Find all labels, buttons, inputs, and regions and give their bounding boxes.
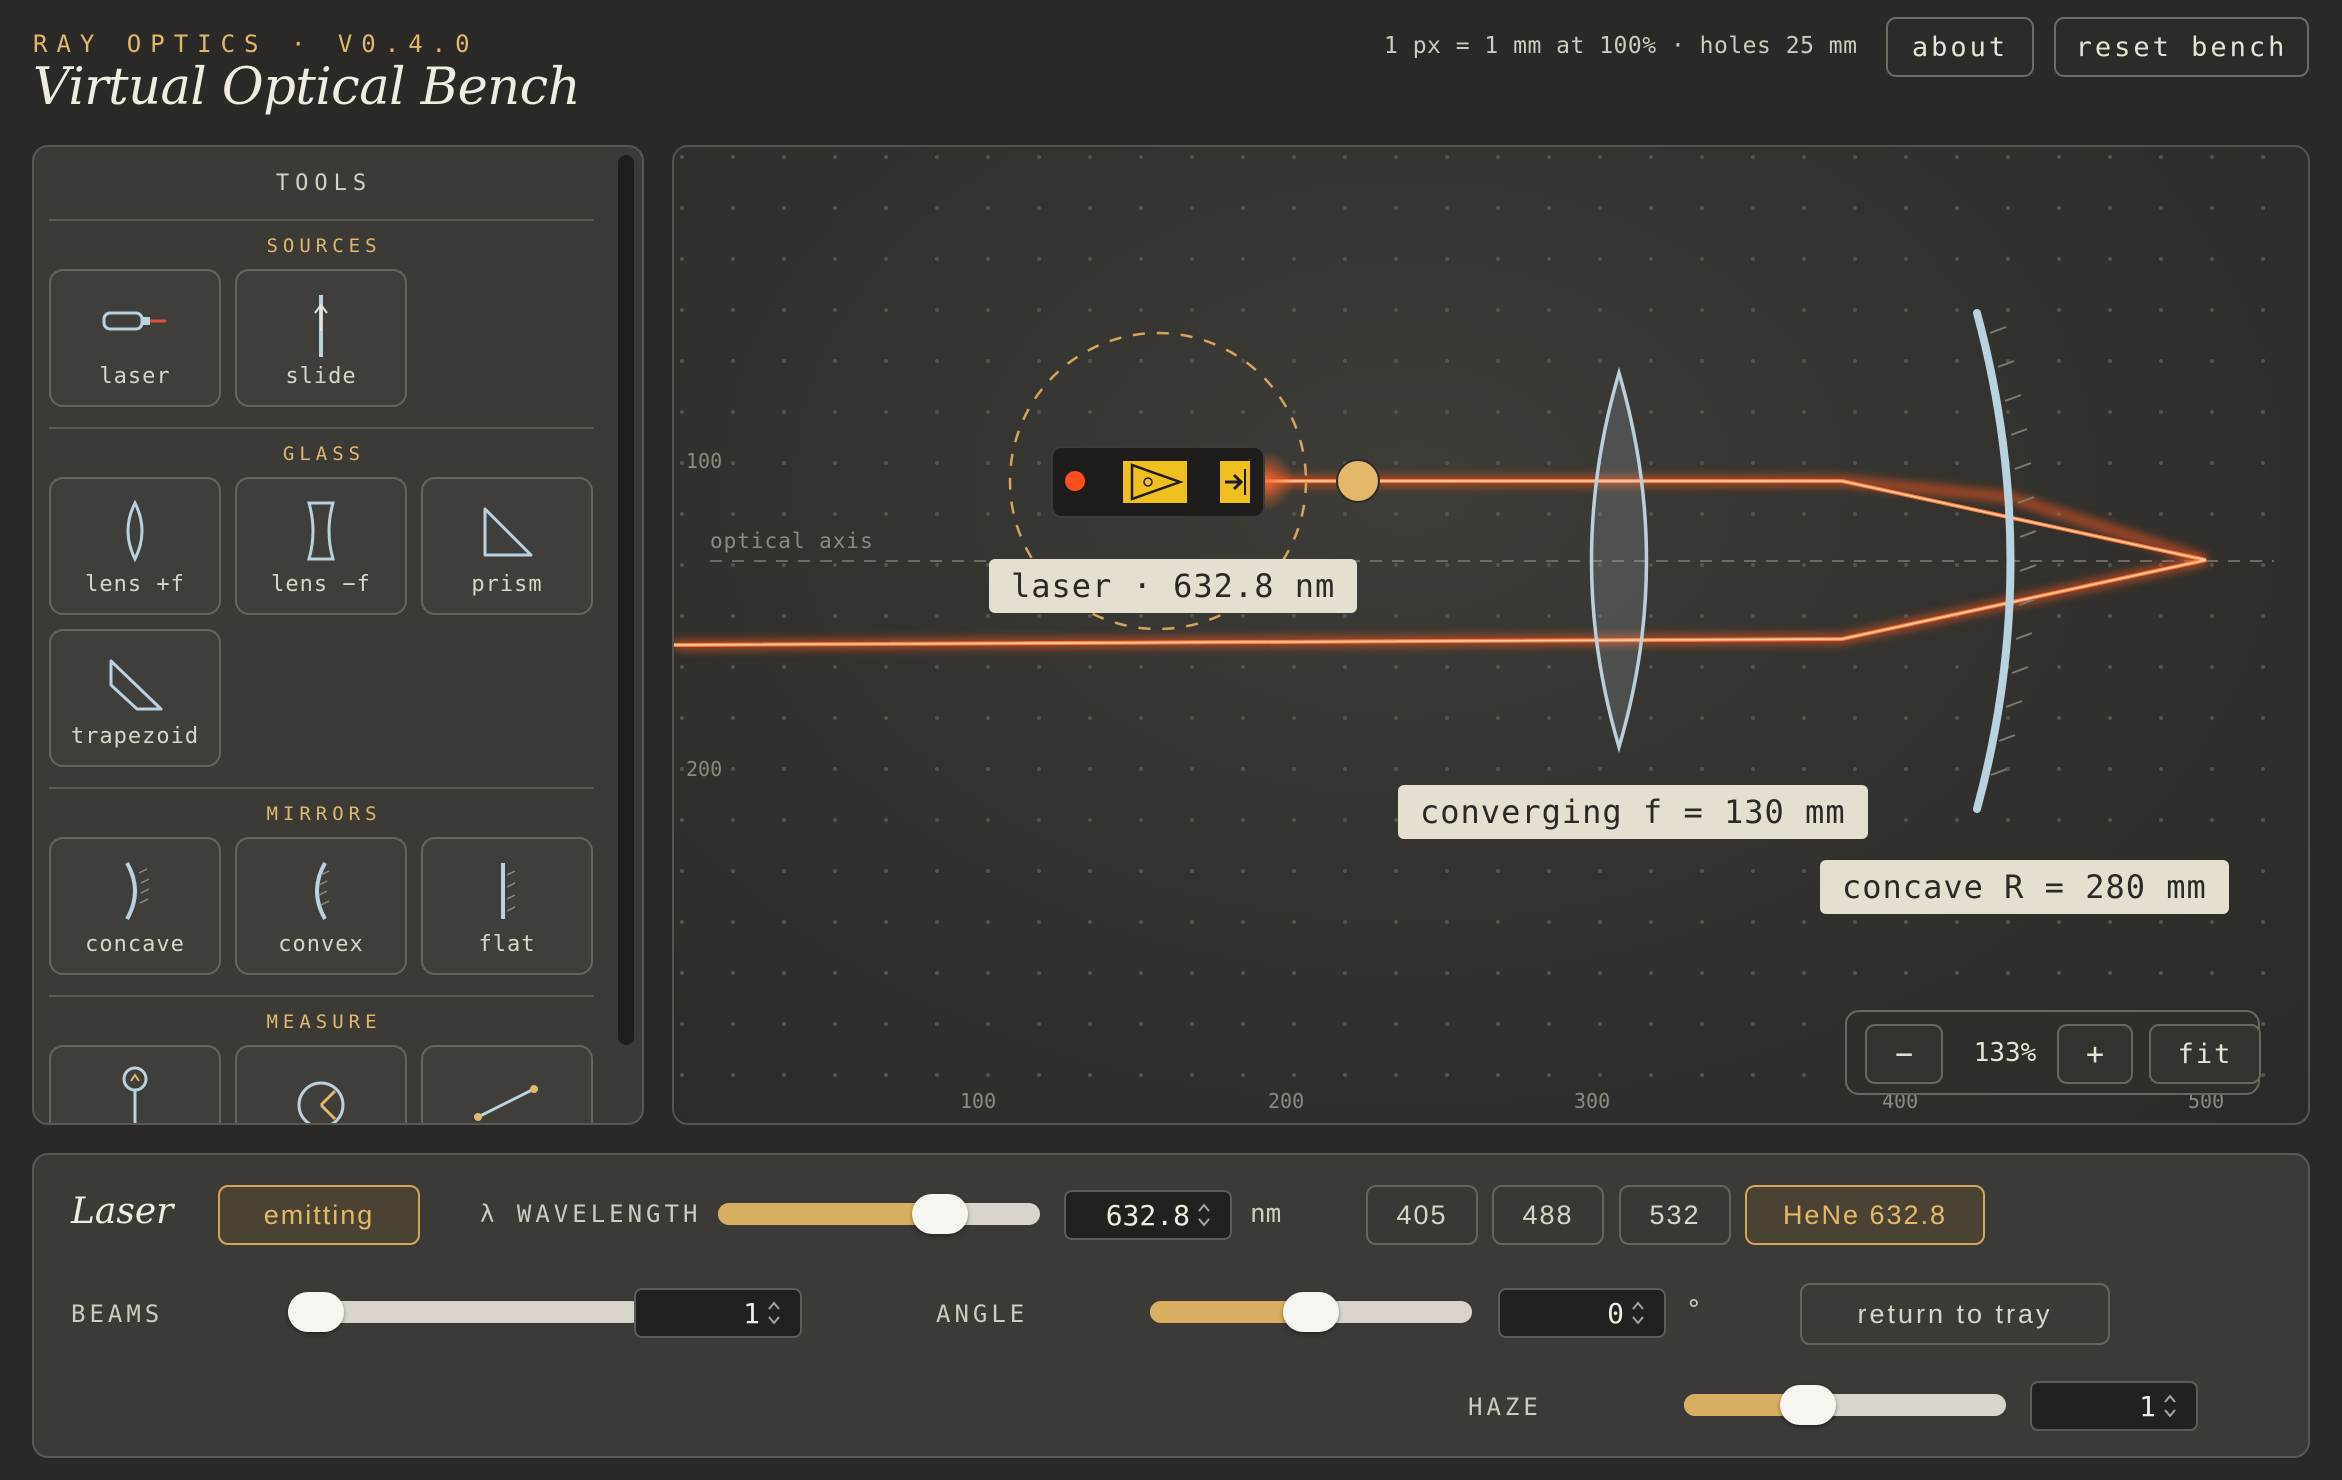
bench-scene bbox=[674, 147, 2308, 1123]
laser-icon bbox=[102, 311, 166, 331]
angle-unit: ° bbox=[1686, 1295, 1702, 1325]
tool-convex-mirror[interactable]: convex bbox=[235, 837, 407, 975]
tool-label: laser bbox=[99, 364, 171, 389]
about-button[interactable]: about bbox=[1886, 17, 2034, 77]
beams-slider-thumb[interactable] bbox=[288, 1292, 344, 1332]
rotate-handle[interactable] bbox=[1336, 459, 1380, 503]
divider bbox=[49, 995, 594, 997]
tool-concave-mirror[interactable]: concave bbox=[49, 837, 221, 975]
tool-lens-negative[interactable]: lens −f bbox=[235, 477, 407, 615]
power-led-icon bbox=[1065, 471, 1085, 491]
angle-spinner-icon[interactable] bbox=[1630, 1298, 1646, 1328]
preset-hene-button[interactable]: HeNe 632.8 bbox=[1745, 1185, 1985, 1245]
wavelength-spinner-icon[interactable] bbox=[1196, 1200, 1212, 1230]
ruler-icon bbox=[474, 1085, 538, 1121]
tool-label: convex bbox=[278, 932, 364, 957]
section-measure: MEASURE bbox=[266, 1011, 382, 1033]
concave-mirror-icon bbox=[125, 862, 150, 920]
breadboard-holes bbox=[674, 147, 2308, 1123]
tools-panel: TOOLS SOURCES laser slide GLASS lens +f … bbox=[32, 145, 644, 1125]
zoom-level: 133% bbox=[1973, 1038, 2037, 1068]
app-title: Virtual Optical Bench bbox=[33, 58, 581, 117]
beams-slider[interactable] bbox=[288, 1292, 642, 1332]
convex-mirror-icon bbox=[315, 862, 330, 920]
tools-heading: TOOLS bbox=[275, 171, 373, 196]
optical-axis-label: optical axis bbox=[710, 529, 874, 553]
haze-spinner-icon[interactable] bbox=[2162, 1391, 2178, 1421]
slide-icon bbox=[314, 295, 328, 357]
flat-mirror-icon bbox=[501, 863, 516, 919]
section-mirrors: MIRRORS bbox=[266, 803, 382, 825]
beams-label: BEAMS bbox=[71, 1300, 164, 1328]
tool-label: lens −f bbox=[271, 572, 371, 597]
app-kicker: RAY OPTICS · V0.4.0 bbox=[33, 30, 479, 58]
emitting-toggle[interactable]: emitting bbox=[218, 1185, 420, 1245]
tool-lens-positive[interactable]: lens +f bbox=[49, 477, 221, 615]
wavelength-slider-thumb[interactable] bbox=[912, 1194, 969, 1234]
divider bbox=[49, 427, 594, 429]
probe-icon bbox=[122, 1066, 148, 1123]
tool-ruler[interactable] bbox=[421, 1045, 593, 1123]
haze-slider[interactable] bbox=[1684, 1385, 2006, 1425]
preset-405-button[interactable]: 405 bbox=[1366, 1185, 1478, 1245]
divider bbox=[49, 219, 594, 221]
section-sources: SOURCES bbox=[266, 235, 382, 257]
laser-source[interactable] bbox=[1051, 446, 1265, 518]
tool-trapezoid[interactable]: trapezoid bbox=[49, 629, 221, 767]
section-glass: GLASS bbox=[282, 443, 366, 465]
tool-laser[interactable]: laser bbox=[49, 269, 221, 407]
haze-slider-thumb[interactable] bbox=[1779, 1385, 1836, 1425]
convex-lens-icon bbox=[126, 499, 144, 563]
inspector-title: Laser bbox=[71, 1191, 174, 1232]
x-tick-300: 300 bbox=[1574, 1089, 1611, 1113]
y-tick-100: 100 bbox=[686, 449, 723, 473]
beams-spinner-icon[interactable] bbox=[766, 1298, 782, 1328]
tool-label: lens +f bbox=[85, 572, 185, 597]
preset-532-button[interactable]: 532 bbox=[1619, 1185, 1731, 1245]
divider bbox=[49, 787, 594, 789]
optical-bench-canvas[interactable]: optical axis 100 200 100 200 300 400 500… bbox=[672, 145, 2310, 1125]
zoom-fit-button[interactable]: fit bbox=[2149, 1024, 2261, 1084]
wavelength-label: λ WAVELENGTH bbox=[480, 1200, 702, 1228]
inspector-panel: Laser emitting λ WAVELENGTH nm 405 488 5… bbox=[32, 1153, 2310, 1458]
tool-label: concave bbox=[85, 932, 185, 957]
return-to-tray-button[interactable]: return to tray bbox=[1800, 1283, 2110, 1345]
x-tick-100: 100 bbox=[960, 1089, 997, 1113]
tool-label: trapezoid bbox=[70, 724, 200, 749]
tool-label: flat bbox=[478, 932, 536, 957]
concave-lens-icon bbox=[307, 501, 335, 561]
angle-slider[interactable] bbox=[1150, 1292, 1472, 1332]
protractor-icon bbox=[297, 1081, 345, 1123]
tool-label: prism bbox=[471, 572, 543, 597]
tools-scrollbar[interactable] bbox=[618, 155, 634, 1045]
wavelength-slider[interactable] bbox=[718, 1194, 1040, 1234]
haze-label: HAZE bbox=[1468, 1393, 1542, 1421]
trapezoid-icon bbox=[109, 659, 163, 711]
preset-488-button[interactable]: 488 bbox=[1492, 1185, 1604, 1245]
scale-note: 1 px = 1 mm at 100% · holes 25 mm bbox=[1384, 33, 1858, 59]
angle-slider-thumb[interactable] bbox=[1283, 1292, 1339, 1332]
tool-prism[interactable]: prism bbox=[421, 477, 593, 615]
reset-bench-button[interactable]: reset bench bbox=[2054, 17, 2309, 77]
tool-protractor[interactable] bbox=[235, 1045, 407, 1123]
x-tick-200: 200 bbox=[1268, 1089, 1305, 1113]
angle-label: ANGLE bbox=[936, 1300, 1029, 1328]
wavelength-unit: nm bbox=[1250, 1199, 1282, 1229]
zoom-control: − 133% + fit bbox=[1845, 1010, 2261, 1095]
tool-probe[interactable] bbox=[49, 1045, 221, 1123]
laser-callout: laser · 632.8 nm bbox=[989, 559, 1358, 613]
lens-callout: converging f = 130 mm bbox=[1398, 785, 1868, 839]
mirror-callout: concave R = 280 mm bbox=[1820, 860, 2229, 914]
prism-icon bbox=[483, 507, 533, 557]
tool-slide[interactable]: slide bbox=[235, 269, 407, 407]
tool-flat-mirror[interactable]: flat bbox=[421, 837, 593, 975]
tool-label: slide bbox=[285, 364, 357, 389]
zoom-in-button[interactable]: + bbox=[2057, 1024, 2133, 1084]
y-tick-200: 200 bbox=[686, 757, 723, 781]
zoom-out-button[interactable]: − bbox=[1865, 1024, 1943, 1084]
